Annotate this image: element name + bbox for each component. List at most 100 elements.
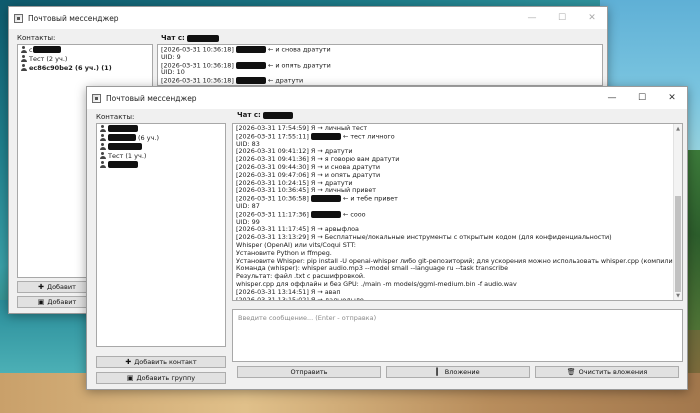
messenger-window-front[interactable]: Почтовый мессенджер — ☐ ✕ Контакты: Чат … [86, 86, 688, 390]
log-line: Whisper (OpenAI) или vits/Coqui STT: [236, 241, 356, 249]
contact-account-count: (6 уч.) [138, 133, 160, 142]
log-line: [2026-03-31 10:36:18] ← дратути [161, 77, 304, 85]
log-line: Установите Whisper: pip install -U opena… [236, 257, 679, 265]
redacted-name [310, 195, 341, 203]
log-line: [2026-03-31 09:41:12] Я → дратути [236, 148, 353, 156]
chat-log[interactable]: [2026-03-31 10:36:18] ← и снова дратути U… [157, 44, 603, 86]
scroll-up-icon[interactable]: ▲ [674, 124, 682, 133]
person-icon [20, 55, 27, 62]
redacted-name [108, 143, 142, 150]
close-button[interactable]: ✕ [577, 7, 607, 29]
redacted-chat-name [187, 34, 220, 42]
person-icon [99, 161, 106, 168]
person-icon [99, 134, 106, 141]
contact-item[interactable]: c [18, 45, 152, 54]
log-line: [2026-03-31 09:41:36] Я → я говорю вам д… [236, 156, 400, 164]
minimize-button[interactable]: — [597, 87, 627, 109]
maximize-button[interactable]: ☐ [627, 87, 657, 109]
log-line: whisper.cpp для оффлайн и без GPU: ./mai… [236, 280, 517, 288]
redacted-chat-name [263, 111, 294, 119]
window-title: Почтовый мессенджер [106, 93, 197, 103]
contacts-label: Контакты: [96, 113, 135, 121]
log-line: [2026-03-31 11:17:36] ← cooo [236, 210, 366, 219]
chat-with-label: Чат с: [237, 111, 294, 119]
close-button[interactable]: ✕ [657, 87, 687, 109]
contact-name: Тест (2 уч.) [29, 54, 68, 63]
redacted-name [32, 46, 61, 53]
log-line: [2026-03-31 10:36:18] ← и опять дратути [161, 61, 331, 70]
log-line: [2026-03-31 13:13:29] Я → Бесплатные/лок… [236, 234, 612, 242]
minimize-button[interactable]: — [517, 7, 547, 29]
contacts-list[interactable]: (6 уч.) Тест (1 уч.) [96, 123, 226, 347]
contact-item[interactable]: ec86c90be2 (6 уч.) (1) [18, 63, 152, 72]
log-line: UID: 87 [236, 202, 260, 210]
log-line: [2026-03-31 10:36:45] Я → личный привет [236, 187, 376, 195]
chat-log[interactable]: [2026-03-31 17:54:59] Я → личный тест [20… [232, 123, 683, 301]
window-title: Почтовый мессенджер [28, 13, 119, 23]
log-line: [2026-03-31 10:24:15] Я → дратути [236, 179, 353, 187]
log-line: [2026-03-31 17:54:59] Я → личный тест [236, 125, 368, 132]
chat-log-content: [2026-03-31 17:54:59] Я → личный тест [20… [233, 124, 682, 301]
person-icon [20, 64, 27, 71]
redacted-name [235, 46, 266, 53]
contact-item[interactable] [97, 142, 225, 151]
contacts-label: Контакты: [17, 34, 56, 42]
log-line: [2026-03-31 11:17:45] Я → арвыфлоа [236, 226, 359, 234]
contact-item[interactable]: (6 уч.) [97, 133, 225, 142]
contact-item[interactable]: Тест (1 уч.) [97, 151, 225, 160]
redacted-name [108, 161, 138, 168]
trash-icon: 🗑 [566, 368, 576, 376]
redacted-name [108, 125, 138, 132]
clear-attachments-button[interactable]: 🗑 Очистить вложения [535, 366, 679, 378]
log-line: [2026-03-31 10:36:18] ← и снова дратути [161, 46, 331, 54]
log-line: [2026-03-31 13:14:51] Я → авап [236, 288, 341, 296]
log-line: UID: 9 [161, 53, 181, 61]
add-contact-button[interactable]: ✚ Добавит [17, 281, 97, 293]
contact-item[interactable] [97, 124, 225, 133]
scroll-down-icon[interactable]: ▼ [674, 291, 682, 300]
person-icon [99, 143, 106, 150]
log-line: [2026-03-31 09:44:30] Я → и снова дратут… [236, 163, 381, 171]
person-icon [20, 46, 27, 53]
contact-item[interactable]: Тест (2 уч.) [18, 54, 152, 63]
redacted-name [235, 61, 266, 69]
add-group-button[interactable]: ▣ Добавит [17, 296, 97, 308]
add-group-button[interactable]: ▣ Добавить группу [96, 372, 226, 384]
person-icon [99, 152, 106, 159]
chat-with-label: Чат с: [161, 34, 220, 42]
log-line: [2026-03-31 13:15:02] Я → дальюдыло [236, 296, 364, 301]
app-icon [92, 93, 101, 103]
redacted-name [310, 132, 341, 140]
log-line: [2026-03-31 09:47:06] Я → и опять дратут… [236, 171, 381, 179]
redacted-name [235, 77, 266, 85]
paperclip-icon: ▎ [436, 368, 442, 376]
contact-name: ec86c90be2 (6 уч.) (1) [29, 63, 112, 72]
plus-icon: ✚ [38, 283, 44, 291]
add-contact-button[interactable]: ✚ Добавить контакт [96, 356, 226, 368]
send-button[interactable]: Отправить [237, 366, 381, 378]
log-line: UID: 83 [236, 140, 260, 148]
person-icon [99, 125, 106, 132]
window-titlebar[interactable]: Почтовый мессенджер — ☐ ✕ [87, 87, 687, 109]
log-line: [2026-03-31 17:55:11] ← тест личного [236, 132, 395, 141]
log-line: Установите Python и ffmpeg. [236, 249, 332, 257]
log-line: UID: 10 [161, 69, 185, 77]
log-line: Результат: файл .txt с расшифровкой. [236, 273, 366, 281]
redacted-name [310, 210, 341, 218]
log-line: [2026-03-31 10:36:58] ← и тебе привет [236, 195, 398, 203]
attach-button[interactable]: ▎ Вложение [386, 366, 530, 378]
log-line: Команда (whisper): whisper audio.mp3 --m… [236, 265, 509, 273]
log-line: UID: 99 [236, 218, 260, 226]
scroll-thumb[interactable] [675, 196, 681, 292]
group-icon: ▣ [37, 298, 45, 306]
redacted-name [108, 134, 136, 141]
app-icon [14, 13, 23, 23]
group-icon: ▣ [126, 374, 134, 382]
plus-icon: ✚ [125, 358, 132, 366]
maximize-button[interactable]: ☐ [547, 7, 577, 29]
message-input[interactable]: Введите сообщение... (Enter - отправка) [232, 309, 683, 362]
contact-item[interactable] [97, 160, 225, 169]
window-titlebar[interactable]: Почтовый мессенджер — ☐ ✕ [9, 7, 607, 29]
chat-scrollbar[interactable]: ▲ ▼ [673, 124, 682, 300]
contact-name: Тест (1 уч.) [108, 151, 147, 160]
